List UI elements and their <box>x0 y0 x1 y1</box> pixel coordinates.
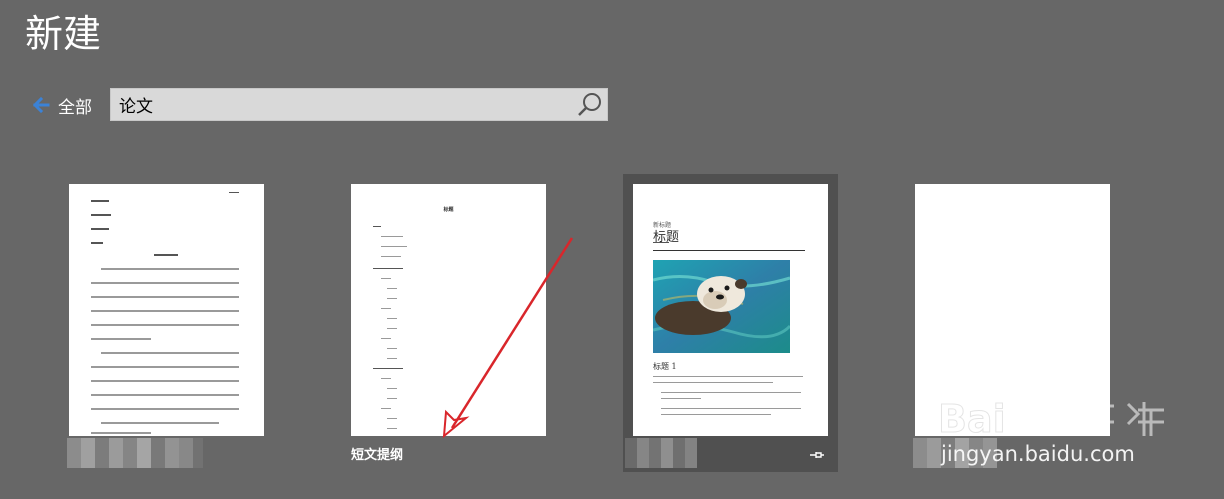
search-button[interactable] <box>573 89 607 120</box>
back-to-all-button[interactable]: 全部 <box>30 88 92 122</box>
otter-photo <box>653 260 790 353</box>
template-card-blank[interactable] <box>905 174 1120 472</box>
pin-icon[interactable] <box>810 450 824 460</box>
template-card-paper[interactable] <box>59 174 274 472</box>
page-title: 新建 <box>25 12 102 56</box>
template-label-blurred <box>625 438 697 468</box>
template-thumbnail-blank <box>915 184 1110 436</box>
template-thumbnail-outline: 标题 <box>351 184 546 436</box>
blog-thumb-heading: 标题 1 <box>653 362 677 371</box>
back-label: 全部 <box>58 97 92 118</box>
search-input[interactable] <box>111 89 571 120</box>
template-card-blog[interactable]: 新标题 标题 标题 1 <box>623 174 838 472</box>
search-box <box>110 88 608 121</box>
outline-thumb-title: 标题 <box>443 207 454 213</box>
template-label: 短文提纲 <box>351 448 404 463</box>
template-label-blurred <box>913 438 997 468</box>
template-thumbnail-blog: 新标题 标题 标题 1 <box>633 184 828 436</box>
template-label-blurred <box>67 438 203 468</box>
template-card-outline[interactable]: 标题 短文提纲 <box>341 174 556 472</box>
search-icon <box>578 92 601 116</box>
arrow-left-icon <box>32 96 50 114</box>
template-thumbnail-paper <box>69 184 264 436</box>
